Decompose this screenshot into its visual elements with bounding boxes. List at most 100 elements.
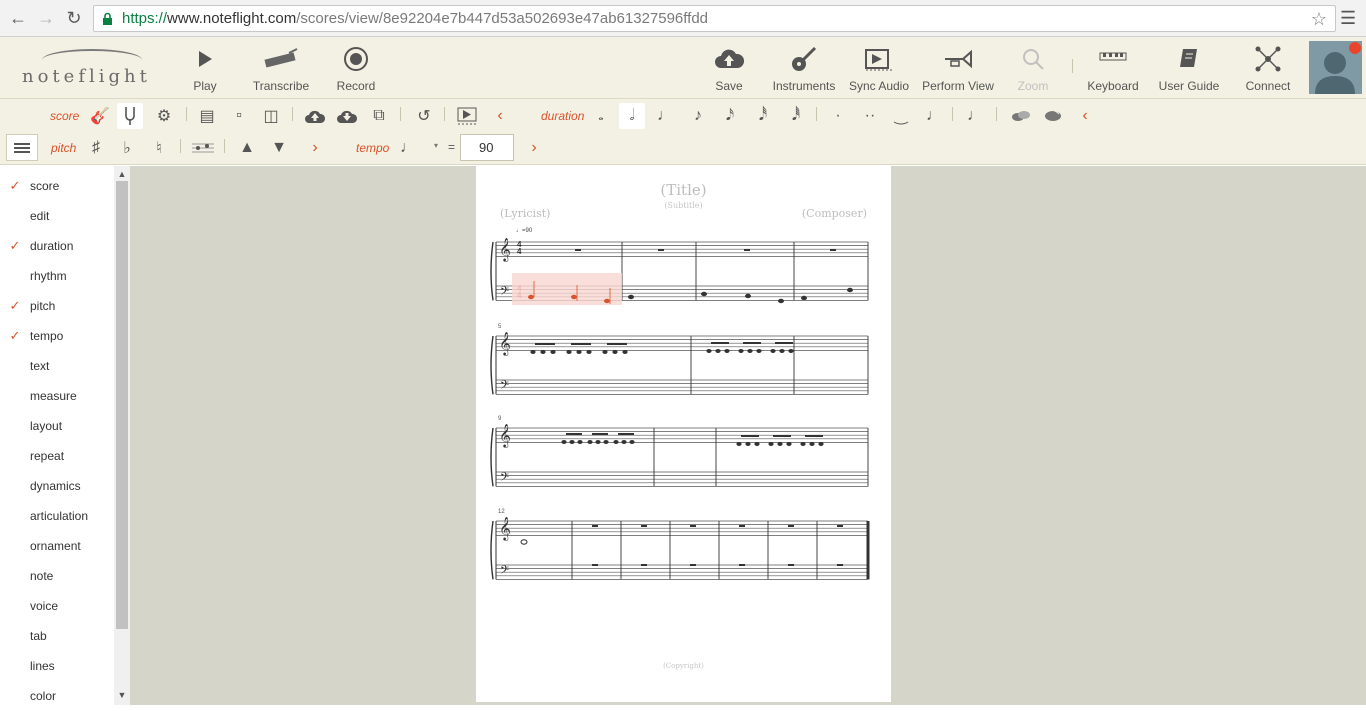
pitch-down-icon[interactable]: ▼ bbox=[266, 135, 292, 161]
bookmark-star-icon[interactable]: ☆ bbox=[1311, 9, 1327, 30]
forward-icon[interactable]: → bbox=[32, 4, 60, 32]
swap-voice-icon[interactable] bbox=[1040, 103, 1066, 129]
note-head bbox=[569, 440, 575, 444]
palette-item-label: layout bbox=[30, 419, 63, 433]
save-button[interactable]: Save bbox=[712, 43, 746, 97]
avatar[interactable] bbox=[1309, 41, 1362, 94]
tempo-equals: = bbox=[448, 140, 456, 154]
sync-audio-button[interactable]: Sync Audio bbox=[849, 43, 909, 97]
quarter-note-icon[interactable]: ♩ bbox=[652, 103, 678, 129]
browser-menu-icon[interactable]: ☰ bbox=[1340, 8, 1360, 28]
score-pages-icon[interactable]: ◫ bbox=[258, 103, 284, 129]
voice-color-icon[interactable] bbox=[1008, 103, 1034, 129]
triplet-icon[interactable]: ♩ bbox=[921, 103, 947, 129]
palette-item-repeat[interactable]: repeat bbox=[0, 441, 114, 471]
note-head bbox=[738, 349, 744, 353]
playback-icon[interactable] bbox=[455, 103, 481, 129]
note-head bbox=[747, 349, 753, 353]
natural-icon[interactable]: ♮ bbox=[146, 135, 172, 161]
whole-rest bbox=[830, 249, 836, 251]
palette-item-color[interactable]: color bbox=[0, 681, 114, 711]
address-bar[interactable]: https://www.noteflight.com/scores/view/8… bbox=[93, 5, 1336, 32]
tempo-input[interactable]: 90 bbox=[460, 134, 514, 161]
note-head bbox=[571, 294, 577, 300]
collapse-left-icon[interactable]: ‹ bbox=[487, 103, 513, 129]
double-dot-icon[interactable]: ·· bbox=[857, 103, 883, 129]
connect-button[interactable]: Connect bbox=[1244, 43, 1292, 97]
sixty-fourth-note-icon[interactable]: 𝅘𝅥𝅱 bbox=[783, 103, 809, 129]
tempo-marking: ♩=90 bbox=[516, 228, 533, 234]
pitch-up-icon[interactable]: ▲ bbox=[234, 135, 260, 161]
palette-item-tempo[interactable]: ✓ tempo bbox=[0, 321, 114, 351]
palette-item-score[interactable]: ✓ score bbox=[0, 171, 114, 201]
scroll-thumb[interactable] bbox=[116, 181, 128, 629]
respell-icon[interactable] bbox=[190, 135, 216, 161]
palette-item-dynamics[interactable]: dynamics bbox=[0, 471, 114, 501]
parts-icon[interactable]: ▤ bbox=[194, 103, 220, 129]
palette-item-note[interactable]: note bbox=[0, 561, 114, 591]
palette-item-layout[interactable]: layout bbox=[0, 411, 114, 441]
reload-icon[interactable]: ↻ bbox=[60, 4, 88, 32]
whole-rest bbox=[837, 525, 843, 527]
palette-item-tab[interactable]: tab bbox=[0, 621, 114, 651]
whole-rest bbox=[788, 525, 794, 527]
palette-item-ornament[interactable]: ornament bbox=[0, 531, 114, 561]
scroll-down-icon[interactable]: ▼ bbox=[117, 690, 127, 700]
cloud-upload-icon[interactable] bbox=[302, 103, 328, 129]
palette-list-toggle[interactable] bbox=[6, 134, 38, 161]
tempo-note-icon[interactable]: ♩ bbox=[395, 135, 421, 161]
sharp-icon[interactable]: ♯ bbox=[83, 135, 109, 161]
score-toolbar: score 🎸 ⚙ ▤ ▫ ◫ ⧉ ↺ ‹ duration 𝅝 𝅗𝅥 ♩ ♪ 𝅘𝅥𝅯… bbox=[0, 99, 1366, 131]
settings-icon[interactable]: ⚙ bbox=[151, 103, 177, 129]
note-head bbox=[768, 442, 774, 446]
thirty-second-note-icon[interactable]: 𝅘𝅥𝅰 bbox=[750, 103, 776, 129]
scroll-up-icon[interactable]: ▲ bbox=[117, 169, 127, 179]
divider bbox=[444, 107, 445, 121]
copy-icon[interactable]: ⧉ bbox=[366, 103, 392, 129]
tie-icon[interactable]: ‿ bbox=[888, 103, 914, 129]
palette-item-edit[interactable]: edit bbox=[0, 201, 114, 231]
palette-item-lines[interactable]: lines bbox=[0, 651, 114, 681]
palette-item-duration[interactable]: ✓ duration bbox=[0, 231, 114, 261]
collapse-right-icon[interactable]: › bbox=[302, 135, 328, 161]
collapse-left-icon[interactable]: ‹ bbox=[1072, 103, 1098, 129]
music-notation[interactable]: 𝄞𝄢𝄞𝄢5𝄞𝄢9𝄞𝄢124444♩=90 bbox=[476, 166, 891, 702]
play-button[interactable]: Play bbox=[188, 43, 222, 97]
palette-item-pitch[interactable]: ✓ pitch bbox=[0, 291, 114, 321]
eighth-note-icon[interactable]: ♪ bbox=[685, 103, 711, 129]
record-button[interactable]: Record bbox=[334, 43, 378, 97]
cloud-download-icon[interactable] bbox=[334, 103, 360, 129]
collapse-right-icon[interactable]: › bbox=[521, 135, 547, 161]
back-icon[interactable]: ← bbox=[4, 4, 32, 32]
instrument-icon[interactable]: 🎸 bbox=[87, 103, 113, 129]
whole-rest bbox=[739, 525, 745, 527]
zoom-button[interactable]: Zoom bbox=[1016, 43, 1050, 97]
perform-view-button[interactable]: Perform View bbox=[922, 43, 994, 97]
sixteenth-note-icon[interactable]: 𝅘𝅥𝅯 bbox=[717, 103, 743, 129]
palette-item-rhythm[interactable]: rhythm bbox=[0, 261, 114, 291]
user-guide-button[interactable]: User Guide bbox=[1159, 43, 1219, 97]
instruments-button[interactable]: Instruments bbox=[772, 43, 836, 97]
palette-item-label: edit bbox=[30, 209, 50, 223]
whole-note-icon[interactable]: 𝅝 bbox=[588, 103, 614, 129]
palette-item-voice[interactable]: voice bbox=[0, 591, 114, 621]
half-note-icon[interactable]: 𝅗𝅥 bbox=[619, 103, 645, 129]
palette-item-articulation[interactable]: articulation bbox=[0, 501, 114, 531]
dot-icon[interactable]: · bbox=[825, 103, 851, 129]
play-icon bbox=[197, 43, 213, 75]
tuning-fork-icon[interactable] bbox=[117, 103, 143, 129]
flat-icon[interactable]: ♭ bbox=[114, 135, 140, 161]
grace-note-icon[interactable]: ♩ bbox=[962, 103, 988, 129]
score-page[interactable]: (Title) (Subtitle) (Lyricist) (Composer)… bbox=[476, 166, 891, 702]
history-icon[interactable]: ↺ bbox=[411, 103, 437, 129]
tempo-note-dropdown-icon[interactable]: ▾ bbox=[434, 141, 438, 150]
transcribe-button[interactable]: Transcribe bbox=[252, 43, 310, 97]
note-head bbox=[604, 298, 610, 304]
palette-item-text[interactable]: text bbox=[0, 351, 114, 381]
noteflight-logo[interactable]: noteflight bbox=[22, 49, 157, 89]
palette-scrollbar[interactable]: ▲ ▼ bbox=[114, 166, 130, 705]
keyboard-button[interactable]: Keyboard bbox=[1087, 43, 1139, 97]
page-icon[interactable]: ▫ bbox=[226, 103, 252, 129]
score-copyright[interactable]: (Copyright) bbox=[476, 662, 891, 670]
palette-item-measure[interactable]: measure bbox=[0, 381, 114, 411]
